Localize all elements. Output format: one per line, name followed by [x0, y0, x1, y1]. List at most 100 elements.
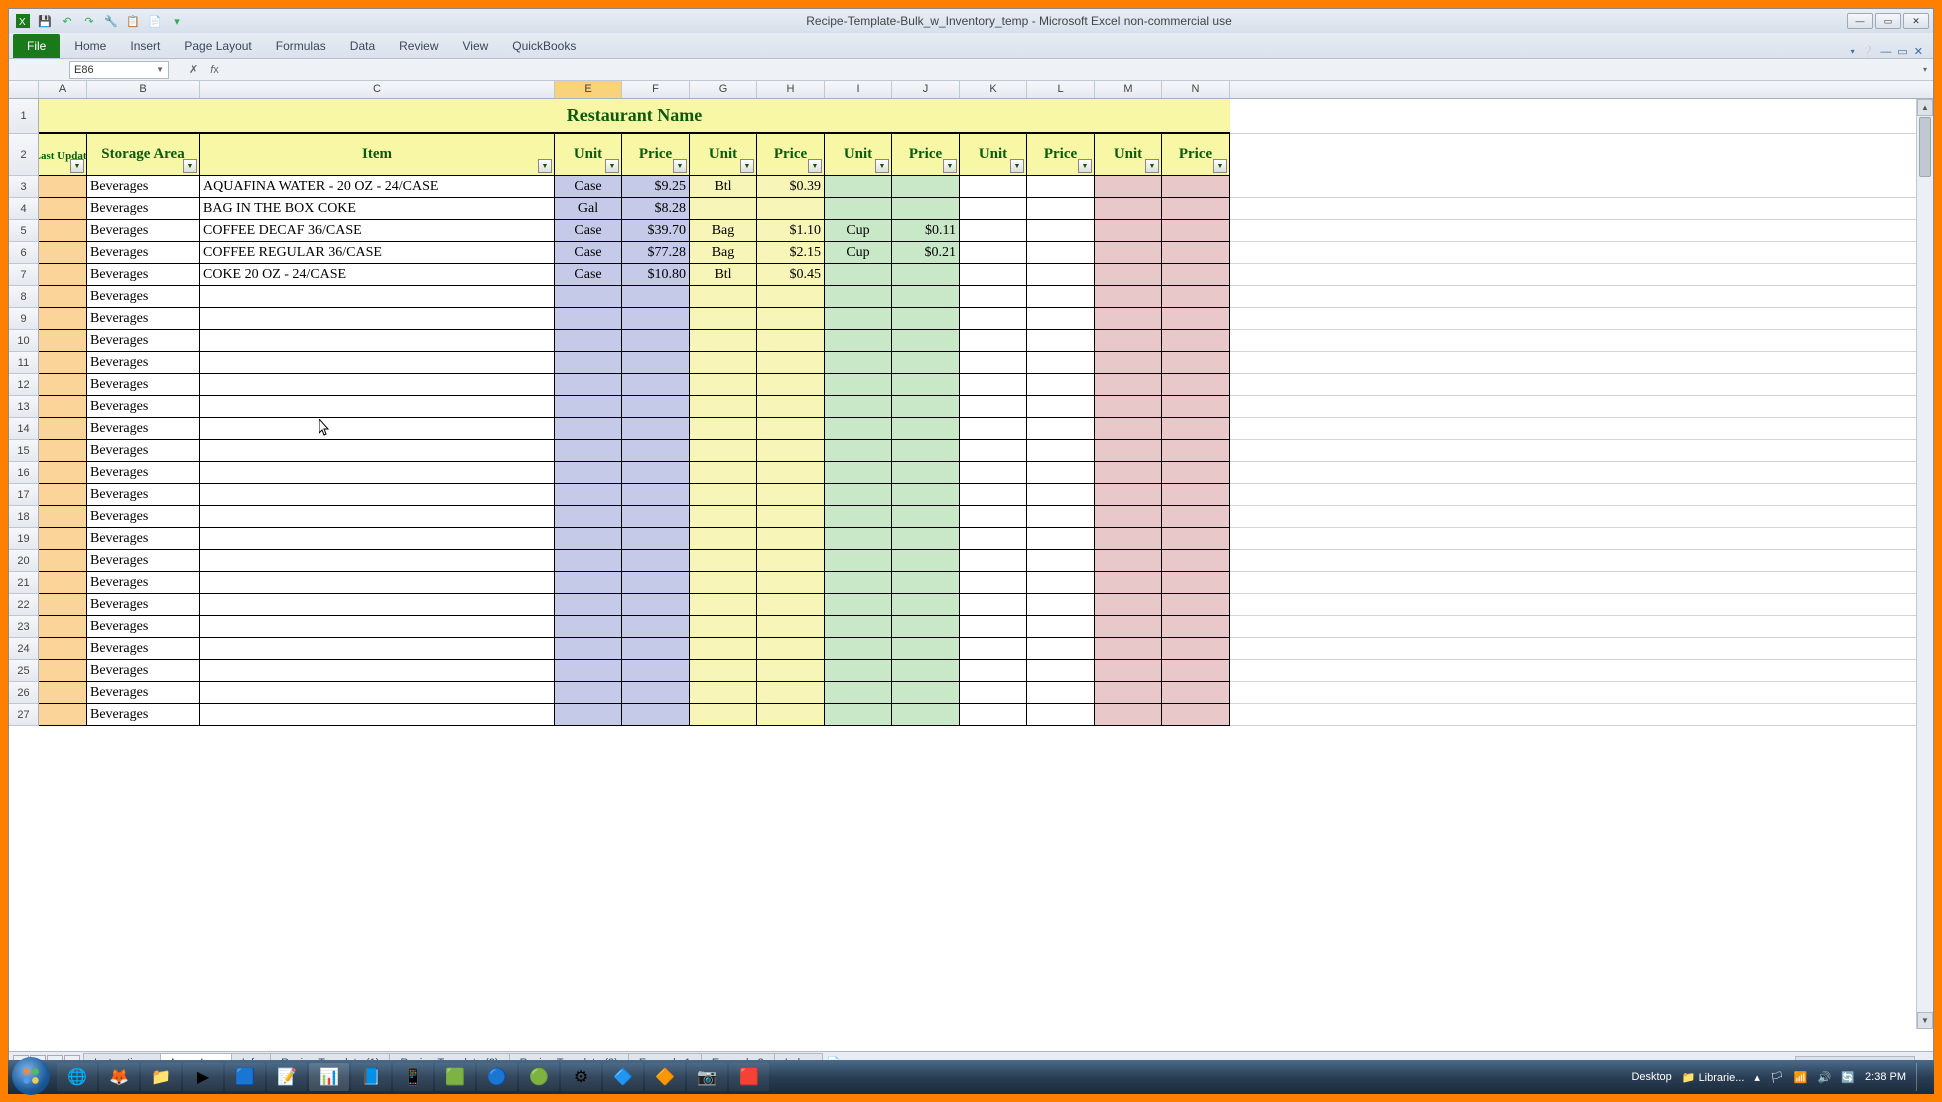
row-header[interactable]: 7 — [9, 264, 39, 286]
tray-volume-icon[interactable]: 🔊 — [1818, 1071, 1832, 1084]
filter-dropdown-icon[interactable]: ▼ — [1213, 159, 1227, 173]
cell-item[interactable] — [200, 572, 555, 594]
cell[interactable] — [690, 704, 757, 726]
cell[interactable]: Case — [555, 242, 622, 264]
save-icon[interactable]: 💾 — [37, 13, 53, 29]
cell[interactable] — [1095, 374, 1162, 396]
ribbon-tab-review[interactable]: Review — [387, 34, 450, 58]
taskbar-ie-icon[interactable]: 🌐 — [57, 1063, 97, 1091]
cell[interactable]: Bag — [690, 242, 757, 264]
cell[interactable] — [1095, 242, 1162, 264]
header-unit-0[interactable]: Unit▼ — [555, 134, 622, 176]
qat-item-icon[interactable]: 📄 — [147, 13, 163, 29]
cell[interactable] — [757, 440, 825, 462]
cell[interactable] — [39, 418, 87, 440]
cell[interactable] — [622, 616, 690, 638]
cell-storage-area[interactable]: Beverages — [87, 682, 200, 704]
cell[interactable] — [825, 704, 892, 726]
header-last-update[interactable]: Last Update ▼ — [39, 134, 87, 176]
cell[interactable] — [1162, 396, 1230, 418]
cell-item[interactable]: AQUAFINA WATER - 20 OZ - 24/CASE — [200, 176, 555, 198]
taskbar-explorer-icon[interactable]: 📁 — [141, 1063, 181, 1091]
cell[interactable] — [825, 418, 892, 440]
cell[interactable] — [892, 638, 960, 660]
cell[interactable] — [825, 330, 892, 352]
cell[interactable] — [825, 616, 892, 638]
taskbar-excel-icon[interactable]: 📊 — [309, 1063, 349, 1091]
cell[interactable] — [622, 550, 690, 572]
cell[interactable] — [892, 484, 960, 506]
cell[interactable]: $1.10 — [757, 220, 825, 242]
cell[interactable] — [690, 330, 757, 352]
cell[interactable] — [960, 264, 1027, 286]
minimize-ribbon-icon[interactable]: ― — [1880, 46, 1891, 58]
cell[interactable] — [1027, 418, 1095, 440]
chevron-down-icon[interactable]: ▼ — [156, 65, 164, 74]
cell[interactable] — [1027, 682, 1095, 704]
cell[interactable]: $9.25 — [622, 176, 690, 198]
cell-item[interactable] — [200, 682, 555, 704]
cell[interactable] — [39, 616, 87, 638]
cell[interactable] — [1027, 704, 1095, 726]
taskbar-app-icon[interactable]: 📱 — [393, 1063, 433, 1091]
cell[interactable] — [960, 308, 1027, 330]
cell-storage-area[interactable]: Beverages — [87, 352, 200, 374]
cell[interactable] — [1162, 660, 1230, 682]
cell[interactable] — [39, 660, 87, 682]
cell[interactable] — [1095, 418, 1162, 440]
cell[interactable] — [39, 528, 87, 550]
cell[interactable] — [1095, 682, 1162, 704]
cell-item[interactable]: COKE 20 OZ - 24/CASE — [200, 264, 555, 286]
cell[interactable] — [960, 286, 1027, 308]
cell[interactable] — [757, 594, 825, 616]
cell[interactable] — [1027, 660, 1095, 682]
cell[interactable]: Cup — [825, 220, 892, 242]
cell[interactable] — [39, 264, 87, 286]
column-header-C[interactable]: C — [200, 81, 555, 98]
cell-item[interactable] — [200, 374, 555, 396]
cell-item[interactable] — [200, 506, 555, 528]
cell-storage-area[interactable]: Beverages — [87, 330, 200, 352]
filter-dropdown-icon[interactable]: ▼ — [808, 159, 822, 173]
cell[interactable] — [1162, 220, 1230, 242]
column-header-N[interactable]: N — [1162, 81, 1230, 98]
cell-item[interactable] — [200, 440, 555, 462]
cell[interactable] — [622, 594, 690, 616]
header-price-0[interactable]: Price▼ — [622, 134, 690, 176]
filter-dropdown-icon[interactable]: ▼ — [1145, 159, 1159, 173]
cell[interactable] — [1095, 176, 1162, 198]
filter-dropdown-icon[interactable]: ▼ — [1010, 159, 1024, 173]
cell[interactable] — [892, 264, 960, 286]
cell[interactable] — [1027, 572, 1095, 594]
cell[interactable] — [1027, 484, 1095, 506]
cell[interactable]: $39.70 — [622, 220, 690, 242]
cell-item[interactable] — [200, 352, 555, 374]
cell[interactable] — [960, 682, 1027, 704]
header-item[interactable]: Item ▼ — [200, 134, 555, 176]
cell[interactable] — [892, 550, 960, 572]
cell[interactable] — [892, 594, 960, 616]
row-header[interactable]: 13 — [9, 396, 39, 418]
cell[interactable] — [1162, 352, 1230, 374]
cell-storage-area[interactable]: Beverages — [87, 176, 200, 198]
cell[interactable] — [960, 506, 1027, 528]
header-price-2[interactable]: Price▼ — [892, 134, 960, 176]
taskbar-firefox-icon[interactable]: 🦊 — [99, 1063, 139, 1091]
cell[interactable] — [892, 286, 960, 308]
tray-flag-icon[interactable]: 🏳 — [1770, 1071, 1784, 1084]
cell[interactable] — [1162, 286, 1230, 308]
row-header[interactable]: 11 — [9, 352, 39, 374]
cell[interactable] — [892, 308, 960, 330]
cell[interactable] — [1162, 462, 1230, 484]
cell[interactable] — [690, 594, 757, 616]
ribbon-tab-formulas[interactable]: Formulas — [264, 34, 338, 58]
cell[interactable] — [622, 440, 690, 462]
cell[interactable] — [757, 484, 825, 506]
column-header-B[interactable]: B — [87, 81, 200, 98]
cell-storage-area[interactable]: Beverages — [87, 418, 200, 440]
filter-dropdown-icon[interactable]: ▼ — [183, 159, 197, 173]
cell[interactable] — [690, 682, 757, 704]
cell[interactable] — [39, 176, 87, 198]
column-header-I[interactable]: I — [825, 81, 892, 98]
file-tab[interactable]: File — [13, 34, 60, 58]
